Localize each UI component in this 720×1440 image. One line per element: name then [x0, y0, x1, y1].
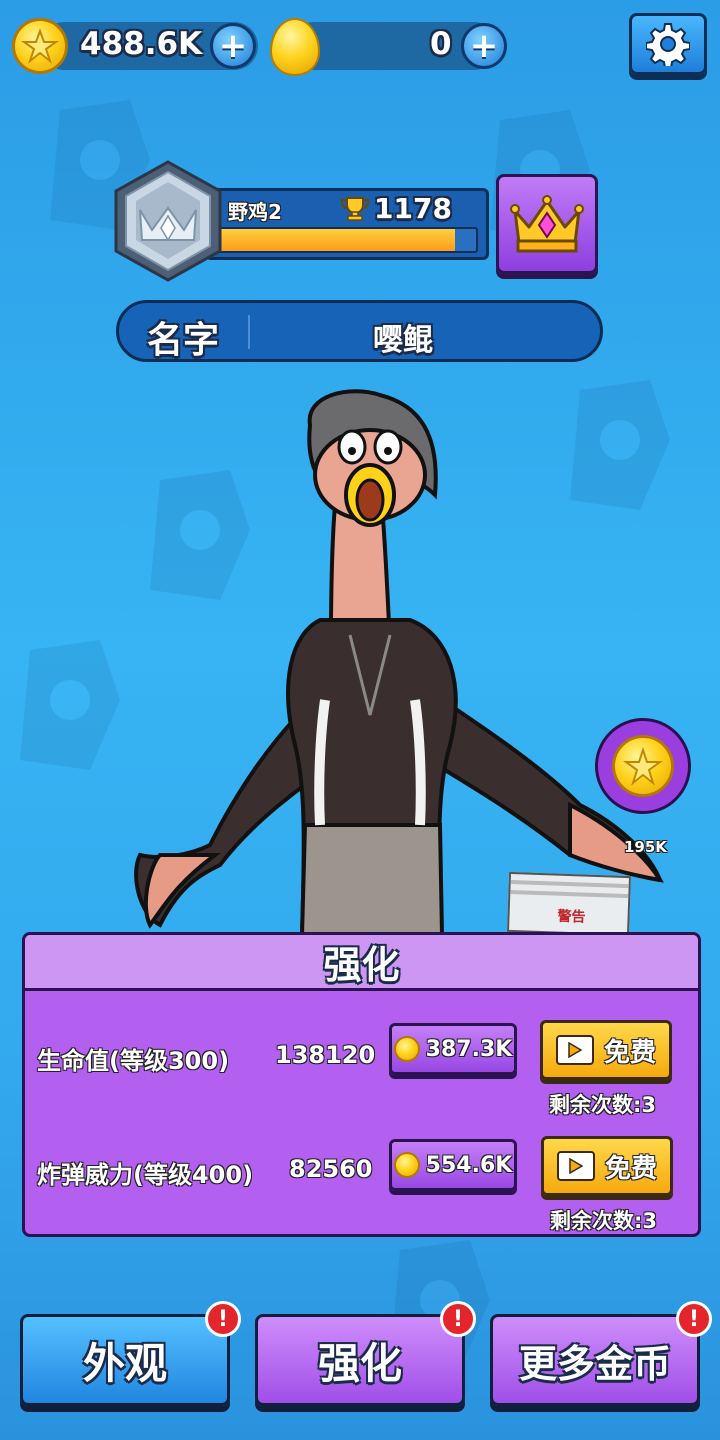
health-free-label: 免费: [603, 1037, 656, 1068]
alert-icon: !: [676, 1301, 712, 1337]
bomb-power-free-upgrade-button[interactable]: 免费: [541, 1136, 673, 1196]
bomb-power-remaining-count: 剩余次数:3: [550, 1209, 658, 1233]
nav-more-coins-label: 更多金币: [518, 1341, 671, 1386]
player-name-bar[interactable]: 名字 嘤鲲: [116, 300, 603, 362]
coin-reward-bubble[interactable]: [595, 718, 691, 814]
star-coin-icon: [393, 1152, 420, 1178]
alert-icon: !: [440, 1301, 476, 1337]
health-stat-label: 生命值(等级300): [37, 1047, 230, 1075]
rank-panel: 野鸡2 1178: [205, 188, 489, 260]
health-upgrade-cost: 387.3K: [425, 1036, 513, 1062]
warning-sign-text: 警告: [557, 908, 586, 926]
health-upgrade-button[interactable]: 387.3K: [389, 1023, 517, 1075]
nav-upgrade-label: 强化: [317, 1338, 402, 1388]
rank-progress-bar: [216, 227, 478, 253]
plus-icon: +: [469, 26, 499, 66]
video-play-icon: [556, 1151, 595, 1181]
gold-egg-icon: [270, 18, 320, 76]
player-name-value: 嘤鲲: [373, 323, 433, 358]
bomb-power-upgrade-button[interactable]: 554.6K: [389, 1139, 517, 1191]
alert-icon: !: [205, 1301, 241, 1337]
crown-button[interactable]: [496, 174, 598, 274]
crown-icon: [510, 195, 584, 253]
character-ostrich: [134, 389, 664, 935]
star-coin-icon: [393, 1036, 420, 1062]
name-divider: [248, 315, 250, 349]
bomb-power-stat-value: 82560: [289, 1155, 373, 1183]
bomb-power-stat-label: 炸弹威力(等级400): [37, 1161, 254, 1189]
health-remaining-count: 剩余次数:3: [549, 1093, 657, 1117]
name-label: 名字: [147, 320, 220, 361]
warning-paper-stack: 警告: [506, 871, 632, 937]
health-stat-value: 138120: [275, 1041, 376, 1069]
add-gems-button[interactable]: +: [461, 23, 507, 69]
nav-more-coins-button[interactable]: 更多金币: [490, 1314, 700, 1406]
star-coin-icon: [612, 735, 674, 797]
trophy-count: 1178: [374, 192, 452, 225]
reward-amount: 195K: [624, 838, 667, 856]
nav-appearance-label: 外观: [82, 1338, 167, 1388]
nav-upgrade-button[interactable]: 强化: [255, 1314, 465, 1406]
trophy-icon: [341, 197, 369, 221]
upgrade-panel: 强化 生命值(等级300) 138120 387.3K 免费 剩余次数:3 炸弹…: [22, 932, 701, 1237]
rank-name: 野鸡2: [228, 200, 282, 224]
nav-appearance-button[interactable]: 外观: [20, 1314, 230, 1406]
rank-progress-fill: [218, 229, 456, 251]
bomb-power-upgrade-cost: 554.6K: [425, 1152, 513, 1178]
coin-balance-value: 488.6K: [80, 26, 203, 62]
rank-emblem-icon: [114, 160, 222, 282]
star-coin-icon: [12, 18, 68, 74]
plus-icon: +: [218, 26, 248, 66]
health-free-upgrade-button[interactable]: 免费: [540, 1020, 672, 1080]
video-play-icon: [555, 1035, 594, 1065]
panel-title: 强化: [25, 935, 698, 991]
add-coins-button[interactable]: +: [210, 23, 256, 69]
bomb-power-free-label: 免费: [604, 1153, 657, 1184]
settings-button[interactable]: [629, 13, 707, 75]
background-pattern: [20, 640, 120, 770]
gear-icon: [646, 23, 690, 66]
gem-balance-value: 0: [430, 26, 452, 62]
